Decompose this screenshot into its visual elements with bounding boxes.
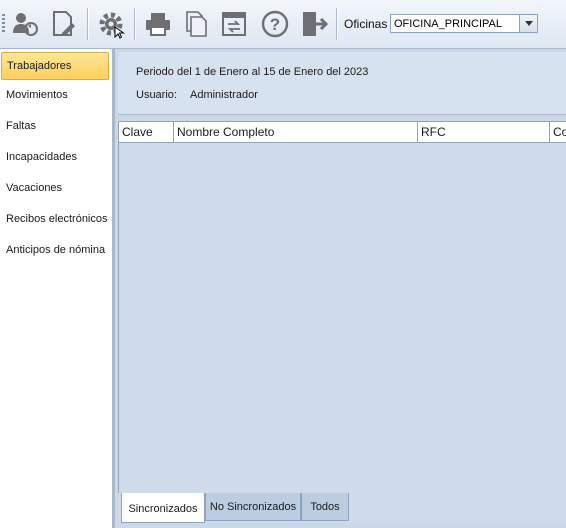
- help-button[interactable]: ?: [258, 6, 292, 42]
- sidebar-item-recibos[interactable]: Recibos electrónicos: [1, 205, 109, 233]
- copy-button[interactable]: [179, 6, 213, 42]
- period-text: Periodo del 1 de Enero al 15 de Enero de…: [136, 66, 369, 78]
- oficinas-dropdown-button[interactable]: [519, 15, 537, 32]
- exit-icon: [303, 12, 329, 36]
- oficinas-selected-value: OFICINA_PRINCIPAL: [394, 18, 502, 30]
- oficinas-combobox[interactable]: OFICINA_PRINCIPAL: [390, 14, 538, 33]
- column-header-nombre[interactable]: Nombre Completo: [174, 122, 418, 142]
- user-sync-icon: [13, 13, 38, 36]
- column-header-rfc[interactable]: RFC: [418, 122, 550, 142]
- user-label: Usuario:: [136, 89, 177, 101]
- sidebar-item-anticipos[interactable]: Anticipos de nómina: [1, 236, 109, 264]
- printer-icon: [146, 13, 170, 36]
- tab-todos[interactable]: Todos: [301, 493, 349, 521]
- settings-button[interactable]: [94, 6, 128, 42]
- sidebar-item-vacaciones[interactable]: Vacaciones: [1, 174, 109, 202]
- print-button[interactable]: [141, 6, 175, 42]
- workers-grid[interactable]: Clave Nombre Completo RFC Co: [118, 121, 566, 494]
- exit-button[interactable]: [297, 6, 331, 42]
- toolbar-separator: [87, 8, 88, 40]
- toolbar-separator: [336, 8, 337, 40]
- user-value: Administrador: [190, 89, 258, 101]
- user-sync-button[interactable]: [8, 6, 42, 42]
- help-icon: ?: [261, 10, 289, 38]
- sync-tabs: Sincronizados No Sincronizados Todos: [118, 493, 566, 523]
- toolbar: ? Oficinas OFICINA_PRINCIPAL: [0, 0, 566, 49]
- info-panel: Periodo del 1 de Enero al 15 de Enero de…: [118, 52, 566, 115]
- oficinas-label: Oficinas: [344, 17, 388, 31]
- toolbar-grip[interactable]: [2, 14, 5, 34]
- sidebar-item-faltas[interactable]: Faltas: [1, 112, 109, 140]
- toolbar-separator: [134, 8, 135, 40]
- svg-text:?: ?: [270, 15, 280, 34]
- gear-icon: [99, 12, 126, 39]
- column-header-clave[interactable]: Clave: [119, 122, 174, 142]
- transfer-window-icon: [222, 12, 246, 36]
- sidebar-item-movimientos[interactable]: Movimientos: [1, 81, 109, 109]
- sidebar-item-incapacidades[interactable]: Incapacidades: [1, 143, 109, 171]
- column-header-co[interactable]: Co: [550, 122, 566, 142]
- sidebar-item-trabajadores[interactable]: Trabajadores: [1, 52, 109, 80]
- tab-no-sincronizados[interactable]: No Sincronizados: [205, 493, 301, 521]
- tab-sincronizados[interactable]: Sincronizados: [121, 493, 205, 523]
- grid-header: Clave Nombre Completo RFC Co: [119, 122, 566, 143]
- copy-document-icon: [186, 11, 207, 37]
- chevron-down-icon: [524, 21, 533, 26]
- edit-document-button[interactable]: [46, 6, 80, 42]
- transfer-button[interactable]: [217, 6, 251, 42]
- edit-document-icon: [53, 11, 75, 36]
- sidebar: Trabajadores Movimientos Faltas Incapaci…: [0, 49, 115, 528]
